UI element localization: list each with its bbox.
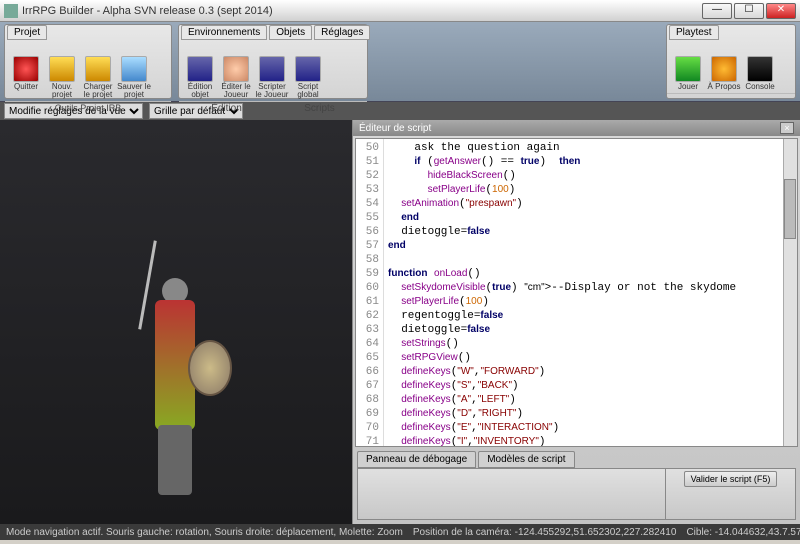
- console-button[interactable]: Console: [743, 56, 777, 91]
- save-project-button-icon: [121, 56, 147, 82]
- app-icon: [4, 4, 18, 18]
- edit-object-button[interactable]: Édition objet: [183, 56, 217, 99]
- quit-button[interactable]: Quitter: [9, 56, 43, 99]
- edit-player-button[interactable]: Éditer le Joueur: [219, 56, 253, 99]
- load-project-button-icon: [85, 56, 111, 82]
- ribbon-footer-projet: Outils Projet IRB: [5, 101, 171, 114]
- edit-player-button-icon: [223, 56, 249, 82]
- play-button[interactable]: Jouer: [671, 56, 705, 91]
- tab-réglages[interactable]: Réglages: [314, 25, 370, 40]
- console-button-icon: [747, 56, 773, 82]
- new-project-button[interactable]: Nouv. projet: [45, 56, 79, 99]
- editor-close-button[interactable]: ×: [780, 122, 794, 134]
- about-button[interactable]: À Propos: [707, 56, 741, 91]
- editor-title: Éditeur de script: [359, 123, 431, 134]
- ribbon-group-edition: EnvironnementsObjetsRéglages Édition obj…: [178, 24, 368, 99]
- ribbon-group-projet: Projet QuitterNouv. projetCharger le pro…: [4, 24, 172, 99]
- script-player-button-icon: [259, 56, 285, 82]
- load-project-button[interactable]: Charger le projet: [81, 56, 115, 99]
- quit-button-icon: [13, 56, 39, 82]
- close-button[interactable]: ✕: [766, 3, 796, 19]
- ribbon-toolbar: Projet QuitterNouv. projetCharger le pro…: [0, 22, 800, 102]
- about-button-icon: [711, 56, 737, 82]
- new-project-button-icon: [49, 56, 75, 82]
- ribbon-group-playtest: Playtest JouerÀ ProposConsole: [666, 24, 796, 99]
- debug-panel: Valider le script (F5): [357, 468, 796, 520]
- code-text[interactable]: ask the question again if (getAnswer() =…: [384, 139, 783, 446]
- line-gutter: 5051525354555657585960616263646566676869…: [356, 139, 384, 446]
- window-titlebar: IrrRPG Builder - Alpha SVN release 0.3 (…: [0, 0, 800, 22]
- save-project-button[interactable]: Sauver le projet: [117, 56, 151, 99]
- tab-projet[interactable]: Projet: [7, 25, 47, 40]
- bottom-tab[interactable]: Panneau de débogage: [357, 451, 476, 468]
- window-title: IrrRPG Builder - Alpha SVN release 0.3 (…: [22, 5, 702, 17]
- script-editor-pane: Éditeur de script × 50515253545556575859…: [352, 120, 800, 524]
- bottom-tab[interactable]: Modèles de script: [478, 451, 574, 468]
- edit-object-button-icon: [187, 56, 213, 82]
- maximize-button[interactable]: ☐: [734, 3, 764, 19]
- player-character: [120, 260, 230, 500]
- play-button-icon: [675, 56, 701, 82]
- global-script-button-icon: [295, 56, 321, 82]
- validate-script-button[interactable]: Valider le script (F5): [684, 471, 778, 487]
- tab-objets[interactable]: Objets: [269, 25, 312, 40]
- tab-environnements[interactable]: Environnements: [181, 25, 267, 40]
- 3d-viewport[interactable]: [0, 120, 352, 524]
- minimize-button[interactable]: —: [702, 3, 732, 19]
- status-bar: Mode navigation actif. Souris gauche: ro…: [0, 524, 800, 540]
- tab-playtest[interactable]: Playtest: [669, 25, 719, 40]
- global-script-button[interactable]: Script global: [291, 56, 325, 99]
- script-player-button[interactable]: Scripter le Joueur: [255, 56, 289, 99]
- vertical-scrollbar[interactable]: [783, 139, 797, 446]
- scrollbar-thumb[interactable]: [784, 179, 796, 239]
